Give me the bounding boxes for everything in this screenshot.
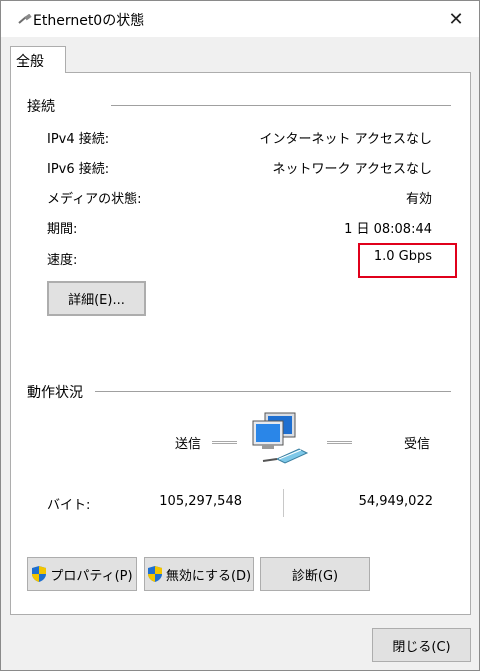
general-panel (10, 72, 471, 615)
ipv4-label: IPv4 接続: (47, 132, 110, 147)
properties-button[interactable]: プロパティ(P) (27, 557, 137, 591)
connection-group-title: 接続 (27, 99, 55, 115)
bytes-sent-value: 105,297,548 (159, 494, 242, 509)
details-button[interactable]: 詳細(E)... (47, 281, 146, 316)
media-state-label: メディアの状態: (47, 192, 142, 207)
diagnose-button[interactable]: 診断(G) (260, 557, 370, 591)
status-dialog: Ethernet0の状態 ✕ 全般 接続 IPv4 接続: インターネット アク… (0, 0, 480, 671)
uac-shield-icon (32, 566, 47, 582)
speed-label: 速度: (47, 253, 78, 268)
ipv4-value: インターネット アクセスなし (259, 132, 432, 147)
tab-general[interactable]: 全般 (10, 46, 66, 73)
sent-label: 送信 (175, 437, 202, 452)
disable-button-label: 無効にする(D) (165, 568, 252, 584)
activity-divider (95, 391, 451, 392)
ipv6-label: IPv6 接続: (47, 162, 110, 177)
bytes-label: バイト: (47, 498, 91, 513)
properties-button-label: プロパティ(P) (50, 568, 133, 584)
received-label: 受信 (404, 437, 431, 452)
ipv6-value: ネットワーク アクセスなし (272, 162, 432, 177)
uac-shield-icon (147, 566, 162, 582)
connection-divider (111, 105, 451, 106)
activity-group-title: 動作状況 (27, 385, 83, 401)
duration-label: 期間: (47, 222, 78, 237)
sent-line (212, 441, 237, 444)
disable-button[interactable]: 無効にする(D) (144, 557, 254, 591)
bytes-received-value: 54,949,022 (358, 494, 433, 509)
media-state-value: 有効 (405, 192, 432, 207)
bytes-separator (283, 489, 284, 517)
duration-value: 1 日 08:08:44 (344, 222, 432, 237)
title-bar[interactable]: Ethernet0の状態 ✕ (1, 1, 479, 37)
close-button[interactable]: 閉じる(C) (372, 628, 471, 662)
network-computers-icon (252, 412, 309, 464)
window-title: Ethernet0の状態 (33, 13, 145, 29)
close-window-button[interactable]: ✕ (433, 1, 479, 37)
received-line (327, 441, 352, 444)
network-cable-icon (18, 14, 32, 24)
speed-highlight-box (358, 243, 457, 278)
